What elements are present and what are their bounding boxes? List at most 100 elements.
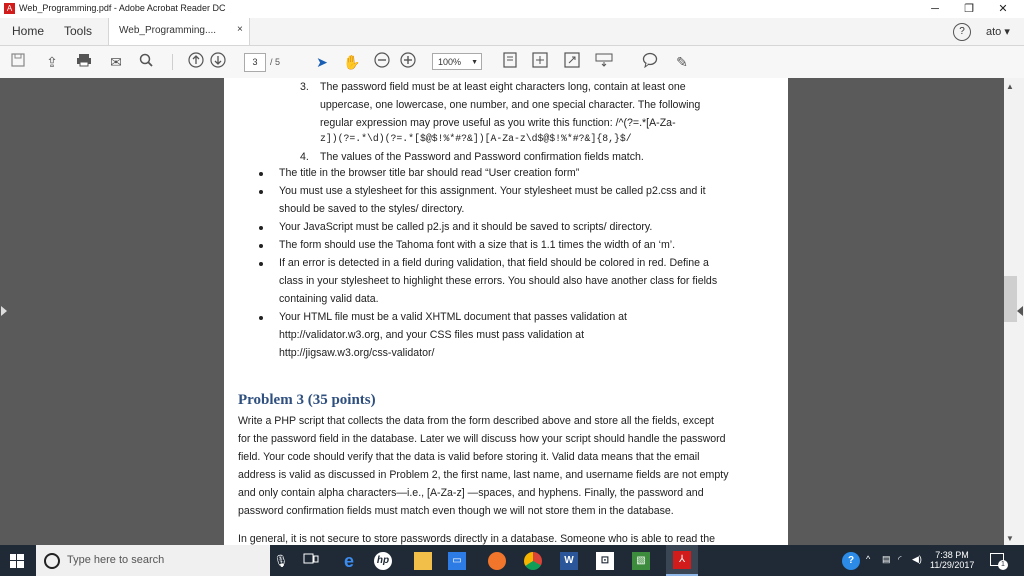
window-title: Web_Programming.pdf - Adobe Acrobat Read… — [19, 3, 226, 13]
paragraph-line: and only contain alpha characters—i.e., … — [238, 487, 704, 499]
scroll-down-icon[interactable]: ▼ — [1006, 534, 1014, 543]
toolbar-divider — [172, 54, 173, 70]
previous-page-icon[interactable] — [186, 52, 206, 72]
help-tray-icon[interactable]: ? — [842, 552, 860, 570]
toolbar: ⇪ ✉ 3 / 5 ➤ ✋ 100% ▼ ✎ — [0, 46, 1024, 79]
select-cursor-icon[interactable]: ➤ — [312, 52, 332, 72]
wifi-icon[interactable]: ◜ — [898, 554, 902, 565]
account-menu[interactable]: ato ▾ — [986, 25, 1010, 38]
tools-menu[interactable]: Tools — [64, 18, 92, 45]
bullet-dot — [259, 190, 263, 194]
email-icon[interactable]: ✉ — [106, 52, 126, 72]
notes-app-icon[interactable]: ⊡ — [596, 552, 614, 570]
taskbar-search-input[interactable]: Type here to search — [36, 545, 270, 576]
volume-icon[interactable]: ◀) — [912, 554, 922, 565]
home-menu[interactable]: Home — [12, 18, 44, 45]
firefox-icon[interactable] — [488, 552, 506, 570]
save-icon[interactable] — [8, 52, 28, 72]
account-label: ato — [986, 26, 1002, 38]
search-icon[interactable] — [136, 52, 156, 72]
pen-icon[interactable]: ✎ — [672, 52, 692, 72]
bullet-line: containing valid data. — [279, 293, 379, 305]
page-number-input[interactable]: 3 — [244, 53, 266, 72]
document-viewport[interactable]: 3. The password field must be at least e… — [0, 78, 1024, 545]
image-viewer-icon[interactable]: ▧ — [632, 552, 650, 570]
bullet-line: should be saved to the styles/ directory… — [279, 203, 465, 215]
cortana-icon — [44, 553, 60, 569]
microphone-icon[interactable]: 🎙 — [272, 552, 290, 570]
taskbar: Type here to search 🎙 e hp ▭ W ⊡ ▧ ⅄ ? ^… — [0, 545, 1024, 576]
regex-line: z])(?=.*\d)(?=.*[$@$!%*#?&])[A-Za-z\d$@$… — [320, 133, 632, 144]
document-tab-label: Web_Programming.... — [119, 25, 217, 36]
bullet-line: The form should use the Tahoma font with… — [279, 239, 676, 251]
bullet-line: Your HTML file must be a valid XHTML doc… — [279, 311, 627, 323]
print-icon[interactable] — [74, 52, 94, 72]
store-icon[interactable]: ▭ — [448, 552, 466, 570]
clock-time: 7:38 PM — [935, 550, 969, 560]
right-panel-toggle-icon[interactable] — [1017, 306, 1023, 316]
word-icon[interactable]: W — [560, 552, 578, 570]
file-explorer-icon[interactable] — [414, 552, 432, 570]
menu-bar: Home Tools Web_Programming.... × ? ato ▾ — [0, 18, 1024, 46]
bullet-line: Your JavaScript must be called p2.js and… — [279, 221, 653, 233]
help-icon[interactable]: ? — [953, 23, 971, 41]
comment-icon[interactable] — [640, 52, 660, 72]
network-icon[interactable]: ▤ — [882, 554, 891, 565]
page-total: / 5 — [270, 57, 281, 67]
hp-icon[interactable]: hp — [374, 552, 392, 570]
link-text[interactable]: http://jigsaw.w3.org/css-validator/ — [279, 344, 434, 362]
task-view-icon[interactable] — [302, 552, 320, 570]
bullet-line: class in your stylesheet to highlight th… — [279, 275, 718, 287]
search-placeholder: Type here to search — [67, 554, 165, 566]
clock-date: 11/29/2017 — [930, 560, 975, 570]
paragraph-line: Write a PHP script that collects the dat… — [238, 415, 714, 427]
list-number: 3. — [300, 81, 309, 93]
zoom-in-icon[interactable] — [398, 52, 418, 72]
upload-cloud-icon[interactable]: ⇪ — [42, 52, 62, 72]
scrollbar-thumb[interactable] — [1004, 276, 1017, 322]
notification-badge: 1 — [998, 560, 1008, 570]
link-text[interactable]: http://validator.w3.org, and your CSS fi… — [279, 326, 584, 344]
bullet-dot — [259, 262, 263, 266]
tab-close-icon[interactable]: × — [237, 24, 243, 35]
edge-browser-icon[interactable]: e — [340, 552, 358, 570]
item3-line: uppercase, one lowercase, one number, an… — [320, 99, 701, 111]
scroll-up-icon[interactable]: ▲ — [1006, 82, 1014, 91]
paragraph-line: In general, it is not secure to store pa… — [238, 533, 715, 545]
clock[interactable]: 7:38 PM 11/29/2017 — [930, 550, 974, 570]
bullet-dot — [259, 226, 263, 230]
bullet-line: You must use a stylesheet for this assig… — [279, 185, 706, 197]
full-screen-icon[interactable] — [562, 52, 582, 72]
paragraph-line: for the password field in the database. … — [238, 433, 726, 445]
bullet-line: The title in the browser title bar shoul… — [279, 167, 580, 179]
paragraph-line: address is valid as discussed in Problem… — [238, 469, 729, 481]
bullet-line: If an error is detected in a field durin… — [279, 257, 709, 269]
pdf-page: 3. The password field must be at least e… — [224, 78, 788, 545]
zoom-value: 100% — [438, 57, 462, 67]
hand-tool-icon[interactable]: ✋ — [342, 52, 362, 72]
scroll-mode-icon[interactable] — [530, 52, 550, 72]
chevron-down-icon: ▼ — [471, 59, 478, 66]
windows-start-icon[interactable] — [10, 554, 24, 571]
chevron-up-icon[interactable]: ^ — [866, 554, 870, 564]
zoom-out-icon[interactable] — [372, 52, 392, 72]
close-button[interactable]: ✕ — [980, 0, 1024, 18]
acrobat-icon: A — [4, 3, 15, 14]
bullet-dot — [259, 172, 263, 176]
acrobat-taskbar-button[interactable]: ⅄ — [666, 545, 698, 576]
page-fit-icon[interactable] — [500, 52, 520, 72]
zoom-select[interactable]: 100% ▼ — [432, 53, 482, 70]
document-tab[interactable]: Web_Programming.... × — [108, 18, 250, 45]
next-page-icon[interactable] — [208, 52, 228, 72]
paragraph-line: field. Your code should verify that the … — [238, 451, 700, 463]
paragraph-line: password confirmation fields must match … — [238, 505, 674, 517]
acrobat-icon: ⅄ — [673, 551, 691, 569]
chrome-icon[interactable] — [524, 552, 542, 570]
bullet-dot — [259, 244, 263, 248]
bullet-dot — [259, 316, 263, 320]
left-panel-toggle-icon[interactable] — [1, 306, 7, 316]
title-bar: A Web_Programming.pdf - Adobe Acrobat Re… — [0, 0, 1024, 18]
section-heading: Problem 3 (35 points) — [238, 392, 376, 408]
keyboard-icon[interactable] — [594, 52, 614, 72]
item3-line: The password field must be at least eigh… — [320, 81, 686, 93]
